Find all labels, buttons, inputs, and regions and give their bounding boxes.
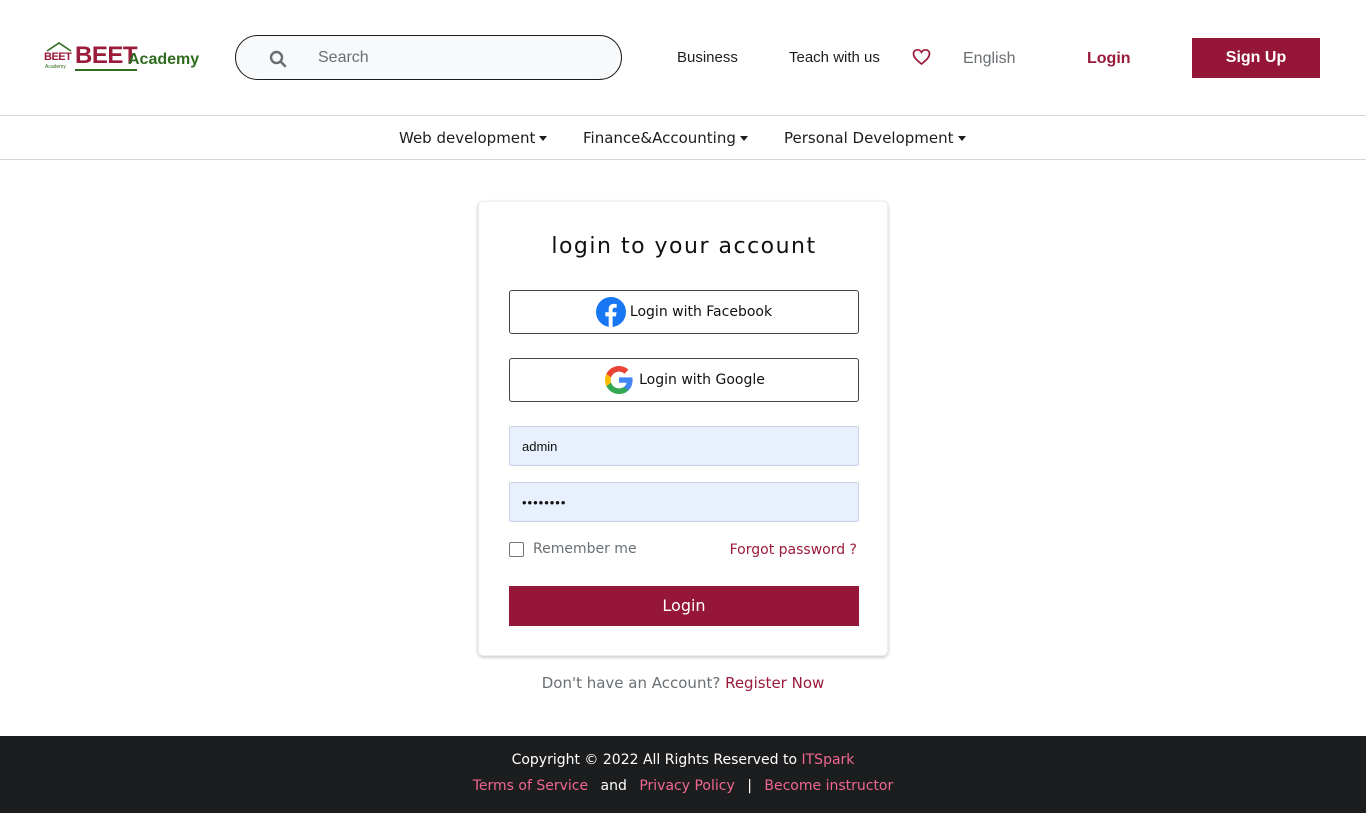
register-now-link[interactable]: Register Now [725,674,824,692]
google-icon [605,366,633,394]
register-prompt: Don't have an Account? Register Now [0,674,1366,692]
logo-big-sub: Academy [128,51,200,68]
site-footer: Copyright © 2022 All Rights Reserved to … [0,736,1366,813]
category-label: Web development [399,129,536,147]
username-field[interactable] [509,426,859,466]
footer-and-text: and [600,778,627,794]
login-title: login to your account [551,234,817,259]
facebook-button-label: Login with Facebook [629,304,773,320]
search-icon[interactable] [269,50,287,68]
password-field[interactable] [509,482,859,522]
login-google-button[interactable]: Login with Google [509,358,859,402]
category-bar: Web development Finance&Accounting Perso… [0,116,1366,160]
itspark-link[interactable]: ITSpark [802,752,855,768]
footer-links: Terms of Service and Privacy Policy | Be… [0,778,1366,794]
remember-me-label: Remember me [533,541,637,557]
category-web-development[interactable]: Web development [399,129,548,147]
caret-down-icon [539,136,548,141]
category-label: Finance&Accounting [583,129,736,147]
header-login-link[interactable]: Login [1087,50,1131,68]
logo-small-text: BEET [44,51,72,63]
caret-down-icon [739,136,748,141]
category-label: Personal Development [784,129,954,147]
login-submit-button[interactable]: Login [509,586,859,626]
category-finance-accounting[interactable]: Finance&Accounting [583,129,748,147]
become-instructor-link[interactable]: Become instructor [764,778,893,794]
beet-academy-logo[interactable]: BEET Academy BEET Academy [44,42,204,74]
logo-small-sub: Academy [45,64,66,70]
copyright-line: Copyright © 2022 All Rights Reserved to … [0,752,1366,768]
privacy-policy-link[interactable]: Privacy Policy [639,778,734,794]
heart-icon[interactable] [912,48,931,66]
remember-me[interactable]: Remember me [509,541,637,557]
search-bar[interactable] [235,35,622,80]
terms-of-service-link[interactable]: Terms of Service [473,778,588,794]
footer-separator: | [747,778,752,794]
category-personal-development[interactable]: Personal Development [784,129,966,147]
forgot-password-link[interactable]: Forgot password ? [730,542,857,558]
facebook-icon [595,297,626,327]
remember-me-checkbox[interactable] [509,541,524,557]
login-facebook-button[interactable]: Login with Facebook [509,290,859,334]
signup-button[interactable]: Sign Up [1192,38,1320,78]
site-header: BEET Academy BEET Academy Business Teach… [0,0,1366,116]
login-card: login to your account Login with Faceboo… [478,201,888,656]
language-selector[interactable]: English [963,50,1015,68]
search-input[interactable] [318,45,598,71]
google-button-label: Login with Google [639,372,765,388]
register-prompt-text: Don't have an Account? [541,674,721,692]
nav-teach-link[interactable]: Teach with us [789,49,880,66]
nav-business-link[interactable]: Business [677,49,738,66]
copyright-text: Copyright © 2022 All Rights Reserved to [511,752,798,768]
caret-down-icon [957,136,966,141]
